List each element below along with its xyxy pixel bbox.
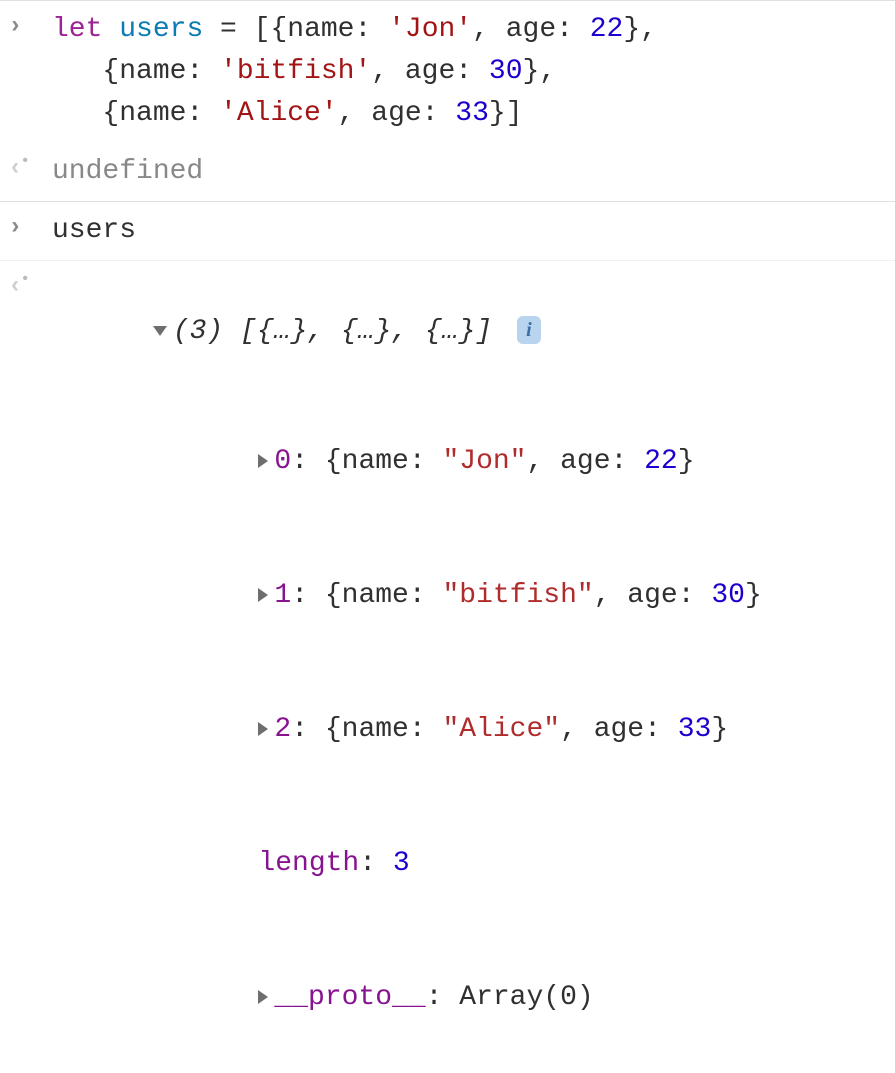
array-length-summary: (3) xyxy=(173,316,223,347)
input-expression: users xyxy=(52,215,136,246)
array-item-row[interactable]: 2: {name: "Alice", age: 33} xyxy=(124,663,883,797)
index-label: 0 xyxy=(274,446,291,477)
console-input-row-1: › let users = [{name: 'Jon', age: 22}, {… xyxy=(0,0,895,143)
info-icon[interactable]: i xyxy=(517,316,541,344)
expand-icon[interactable] xyxy=(258,588,268,602)
collapse-icon[interactable] xyxy=(153,326,167,336)
array-length-row: length: 3 xyxy=(124,797,883,931)
undefined-value: undefined xyxy=(52,156,203,187)
expand-icon[interactable] xyxy=(258,454,268,468)
input-line-2: {name: 'bitfish', age: 30}, xyxy=(52,51,883,93)
input-prompt-icon: › xyxy=(8,9,52,40)
input-line-1: let users = [{name: 'Jon', age: 22}, xyxy=(52,9,883,51)
index-label: 2 xyxy=(274,714,291,745)
input-prompt-icon: › xyxy=(8,210,52,241)
array-proto-row[interactable]: __proto__: Array(0) xyxy=(124,931,883,1065)
output-prompt-icon: ‹• xyxy=(8,151,52,182)
input-line-3: {name: 'Alice', age: 33}] xyxy=(52,93,883,135)
input-code-block[interactable]: let users = [{name: 'Jon', age: 22}, {na… xyxy=(52,9,883,135)
console-input-row-2: › users xyxy=(0,201,895,260)
index-label: 1 xyxy=(274,580,291,611)
input-code-block[interactable]: users xyxy=(52,210,883,252)
output-prompt-icon: ‹• xyxy=(8,269,52,300)
array-item-row[interactable]: 0: {name: "Jon", age: 22} xyxy=(124,395,883,529)
array-item-row[interactable]: 1: {name: "bitfish", age: 30} xyxy=(124,529,883,663)
console-output-row-undefined: ‹• undefined xyxy=(0,143,895,201)
console-output-row-array: ‹• (3) [{…}, {…}, {…}] i 0: {name: "Jon"… xyxy=(0,260,895,1073)
array-summary-line[interactable]: (3) [{…}, {…}, {…}] i xyxy=(52,269,883,395)
proto-label: __proto__ xyxy=(274,982,425,1013)
array-preview: [{…}, {…}, {…}] xyxy=(223,316,509,347)
expand-icon[interactable] xyxy=(258,722,268,736)
expand-icon[interactable] xyxy=(258,990,268,1004)
